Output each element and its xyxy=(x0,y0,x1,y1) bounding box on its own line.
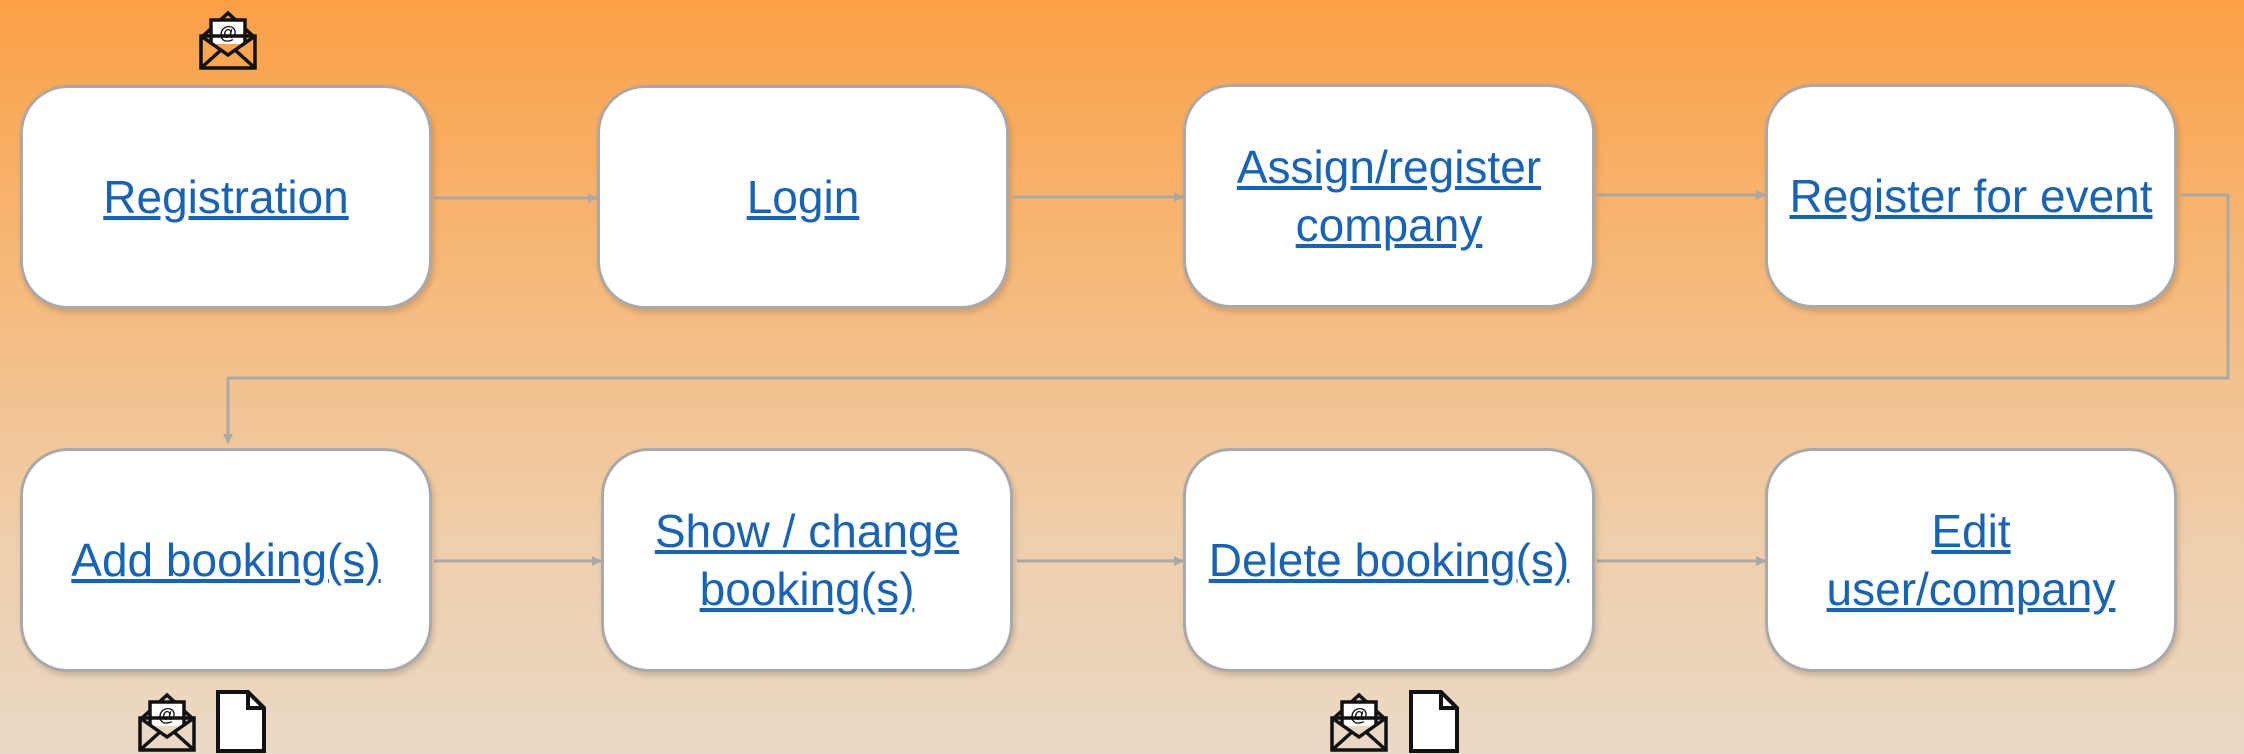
registration-link[interactable]: Registration xyxy=(85,168,366,226)
delete-booking-link[interactable]: Delete booking(s) xyxy=(1191,531,1588,589)
svg-text:@: @ xyxy=(219,23,237,43)
step-login: Login xyxy=(597,85,1009,309)
step-assign-register-company: Assign/register company xyxy=(1183,84,1595,308)
document-icon xyxy=(216,690,266,753)
step-edit-user-company: Edit user/company xyxy=(1765,448,2177,672)
step-delete-booking: Delete booking(s) xyxy=(1183,448,1595,672)
svg-text:@: @ xyxy=(158,705,176,725)
step-add-booking: Add booking(s) xyxy=(20,448,432,672)
email-icon: @ xyxy=(138,692,196,752)
register-for-event-link[interactable]: Register for event xyxy=(1771,167,2170,225)
step-show-change-booking: Show / change booking(s) xyxy=(601,448,1013,672)
assign-register-company-link[interactable]: Assign/register company xyxy=(1186,138,1592,254)
add-booking-link[interactable]: Add booking(s) xyxy=(53,531,398,589)
show-change-booking-link[interactable]: Show / change booking(s) xyxy=(604,502,1010,618)
step-register-for-event: Register for event xyxy=(1765,84,2177,308)
login-link[interactable]: Login xyxy=(729,168,878,226)
svg-text:@: @ xyxy=(1350,705,1368,725)
email-icon: @ xyxy=(199,10,257,70)
step-registration: Registration xyxy=(20,85,432,309)
document-icon xyxy=(1409,690,1459,753)
edit-user-company-link[interactable]: Edit user/company xyxy=(1768,502,2174,618)
email-icon: @ xyxy=(1330,692,1388,752)
